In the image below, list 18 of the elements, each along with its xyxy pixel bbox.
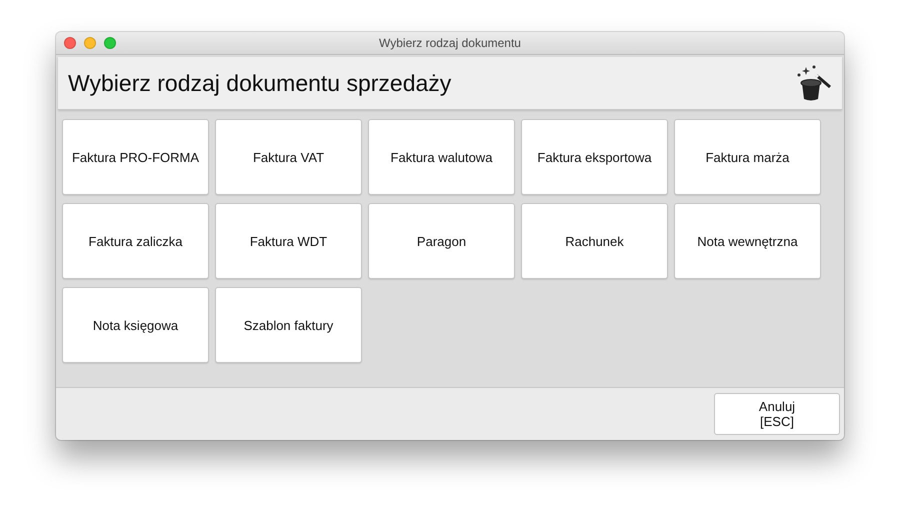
cancel-button[interactable]: Anuluj [ESC]: [714, 393, 840, 435]
dialog-heading: Wybierz rodzaj dokumentu sprzedaży: [68, 70, 452, 96]
document-type-button[interactable]: Faktura PRO-FORMA: [62, 119, 209, 195]
document-type-button[interactable]: Faktura eksportowa: [521, 119, 668, 195]
document-type-button[interactable]: Faktura walutowa: [368, 119, 515, 195]
zoom-button[interactable]: [104, 37, 116, 49]
document-type-button[interactable]: Faktura zaliczka: [62, 203, 209, 279]
document-type-button[interactable]: Nota księgowa: [62, 287, 209, 363]
document-type-button[interactable]: Nota wewnętrzna: [674, 203, 821, 279]
document-type-button[interactable]: Faktura marża: [674, 119, 821, 195]
document-type-button[interactable]: Rachunek: [521, 203, 668, 279]
close-button[interactable]: [64, 37, 76, 49]
window-title: Wybierz rodzaj dokumentu: [379, 36, 521, 50]
document-type-button[interactable]: Faktura VAT: [215, 119, 362, 195]
document-type-button[interactable]: Faktura WDT: [215, 203, 362, 279]
document-type-button[interactable]: Paragon: [368, 203, 515, 279]
document-type-button[interactable]: Szablon faktury: [215, 287, 362, 363]
minimize-button[interactable]: [84, 37, 96, 49]
